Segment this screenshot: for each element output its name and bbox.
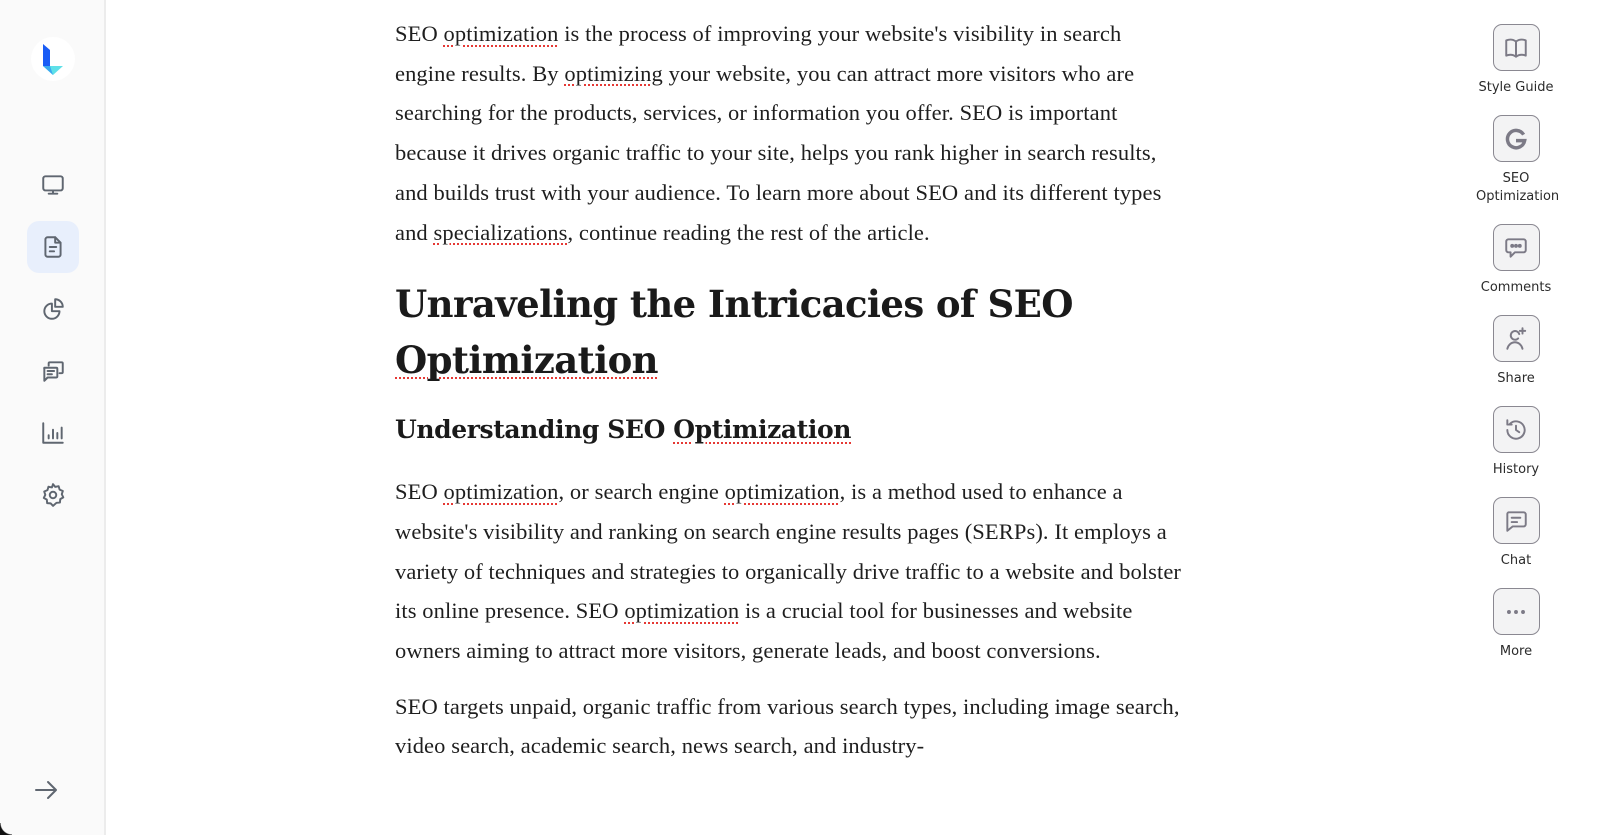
tool-label: History xyxy=(1492,462,1540,477)
chat-button[interactable]: Chat xyxy=(1468,497,1564,570)
article-heading[interactable]: Unraveling the Intricacies of SEO Optimi… xyxy=(395,276,1185,388)
add-user-icon xyxy=(1506,326,1527,350)
sidebar-item-settings[interactable] xyxy=(27,469,79,521)
monitor-icon xyxy=(42,175,64,195)
bar-chart-icon xyxy=(42,422,64,444)
sidebar-item-conversations[interactable] xyxy=(27,345,79,397)
sidebar-item-analytics[interactable] xyxy=(27,283,79,335)
spellcheck-flagged-word[interactable]: Optimization xyxy=(673,415,851,444)
more-icon xyxy=(1507,609,1525,614)
sidebar-item-documents[interactable] xyxy=(27,221,79,273)
chat-icon-box xyxy=(1492,497,1540,544)
comments-button[interactable]: Comments xyxy=(1468,224,1564,297)
section-heading[interactable]: Understanding SEO Optimization xyxy=(395,412,1185,448)
more-icon-box xyxy=(1492,588,1540,635)
tool-label: Comments xyxy=(1480,280,1552,295)
intro-paragraph[interactable]: SEO optimization is the process of impro… xyxy=(395,14,1185,252)
spellcheck-flagged-word[interactable]: optimization xyxy=(444,21,559,46)
seo-optimization-button[interactable]: SEO Optimization xyxy=(1468,115,1564,206)
seo-icon-box xyxy=(1492,115,1540,162)
spellcheck-flagged-word[interactable]: optimizing xyxy=(564,61,663,86)
right-toolbar: Style Guide SEO Optimization Comments Sh… xyxy=(1430,0,1600,835)
history-icon xyxy=(1506,418,1526,440)
arrow-right-icon xyxy=(35,781,57,799)
left-sidebar xyxy=(0,0,106,835)
spellcheck-flagged-word[interactable]: optimization xyxy=(444,479,559,504)
spellcheck-flagged-word[interactable]: optimization xyxy=(624,598,739,623)
share-icon-box xyxy=(1492,315,1540,362)
history-icon-box xyxy=(1492,406,1540,453)
style-guide-button[interactable]: Style Guide xyxy=(1468,24,1564,97)
comment-icon xyxy=(1505,237,1527,258)
spellcheck-flagged-word[interactable]: Optimization xyxy=(395,338,659,382)
expand-sidebar-button[interactable] xyxy=(26,774,66,806)
pie-chart-icon xyxy=(43,298,64,320)
chat-icon xyxy=(1506,510,1527,532)
document-editor[interactable]: SEO optimization is the process of impro… xyxy=(395,14,1185,782)
tool-label: SEO Optimization xyxy=(1476,171,1560,204)
book-icon xyxy=(1505,38,1527,58)
chat-bubbles-icon xyxy=(43,361,64,382)
spellcheck-flagged-word[interactable]: specializations xyxy=(434,220,568,245)
tool-label: Style Guide xyxy=(1478,80,1554,95)
brand-logo[interactable] xyxy=(31,37,75,81)
comments-icon-box xyxy=(1492,224,1540,271)
share-button[interactable]: Share xyxy=(1468,315,1564,388)
tool-label: Share xyxy=(1497,371,1535,386)
section-paragraph-2[interactable]: SEO targets unpaid, organic traffic from… xyxy=(395,687,1185,766)
spellcheck-flagged-word[interactable]: optimization xyxy=(725,479,840,504)
sidebar-item-reports[interactable] xyxy=(27,407,79,459)
section-paragraph[interactable]: SEO optimization, or search engine optim… xyxy=(395,472,1185,671)
window-corner xyxy=(0,823,12,835)
document-icon xyxy=(44,236,62,258)
more-button[interactable]: More xyxy=(1468,588,1564,661)
tool-label: More xyxy=(1499,644,1533,659)
sidebar-item-monitor[interactable] xyxy=(27,159,79,211)
style-guide-icon-box xyxy=(1492,24,1540,71)
google-icon xyxy=(1505,128,1527,149)
gear-icon xyxy=(42,483,65,507)
logo-icon xyxy=(43,44,63,75)
tool-label: Chat xyxy=(1500,553,1532,568)
history-button[interactable]: History xyxy=(1468,406,1564,479)
